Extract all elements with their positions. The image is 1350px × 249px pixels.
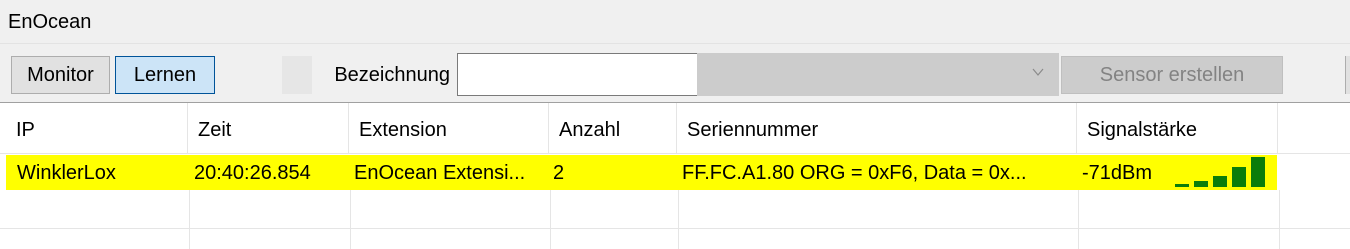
column-header-anzahl[interactable]: Anzahl: [549, 103, 677, 153]
empty-cell: [1079, 190, 1280, 228]
bezeichnung-label: Bezeichnung: [282, 56, 452, 94]
empty-cell: [679, 229, 1079, 249]
signal-bar: [1194, 181, 1208, 187]
sensor-erstellen-button[interactable]: Sensor erstellen: [1061, 56, 1283, 94]
empty-cell: [351, 190, 551, 228]
cell-anzahl: 2: [553, 162, 565, 184]
empty-cell: [551, 190, 679, 228]
column-header-seriennummer[interactable]: Seriennummer: [677, 103, 1077, 153]
empty-cell: [190, 190, 351, 228]
panel-header: EnOcean: [0, 0, 1350, 44]
edge-button[interactable]: [1345, 56, 1350, 94]
empty-cell: [1079, 229, 1280, 249]
table-row[interactable]: WinklerLox 20:40:26.854 EnOcean Extensi.…: [0, 154, 1350, 190]
signal-value: -71dBm: [1082, 162, 1153, 184]
chevron-down-icon: [1032, 68, 1044, 76]
bezeichnung-input[interactable]: [457, 53, 698, 96]
column-header-zeit[interactable]: Zeit: [188, 103, 349, 153]
signal-bar: [1213, 176, 1227, 187]
empty-cell: [551, 229, 679, 249]
cell-ip: WinklerLox: [17, 162, 116, 184]
sensor-type-dropdown[interactable]: [697, 53, 1059, 96]
signal-bar: [1232, 167, 1246, 187]
cell-seriennummer: FF.FC.A1.80 ORG = 0xF6, Data = 0x...: [682, 162, 1027, 184]
table-header: IP Zeit Extension Anzahl Seriennummer Si…: [0, 103, 1350, 154]
empty-row: [0, 229, 1350, 249]
empty-row: [0, 190, 1350, 229]
monitor-button[interactable]: Monitor: [11, 56, 110, 94]
empty-cell: [0, 229, 190, 249]
column-header-filler: [1278, 103, 1350, 153]
signal-strength-icon: [1174, 154, 1274, 190]
empty-cell: [351, 229, 551, 249]
empty-cell: [0, 190, 190, 228]
signal-bar: [1251, 157, 1265, 187]
empty-cell: [679, 190, 1079, 228]
toolbar: Monitor Lernen Bezeichnung Sensor erstel…: [0, 44, 1350, 102]
cell-extension: EnOcean Extensi...: [354, 162, 526, 184]
column-header-signalstaerke[interactable]: Signalstärke: [1077, 103, 1278, 153]
device-table: IP Zeit Extension Anzahl Seriennummer Si…: [0, 102, 1350, 249]
signal-bar: [1175, 184, 1189, 187]
cell-zeit: 20:40:26.854: [194, 162, 311, 184]
column-header-ip[interactable]: IP: [6, 103, 188, 153]
bezeichnung-label-text: Bezeichnung: [334, 64, 450, 86]
lernen-button[interactable]: Lernen: [115, 56, 215, 94]
panel-title: EnOcean: [8, 11, 92, 33]
column-header-extension[interactable]: Extension: [349, 103, 549, 153]
empty-cell: [190, 229, 351, 249]
